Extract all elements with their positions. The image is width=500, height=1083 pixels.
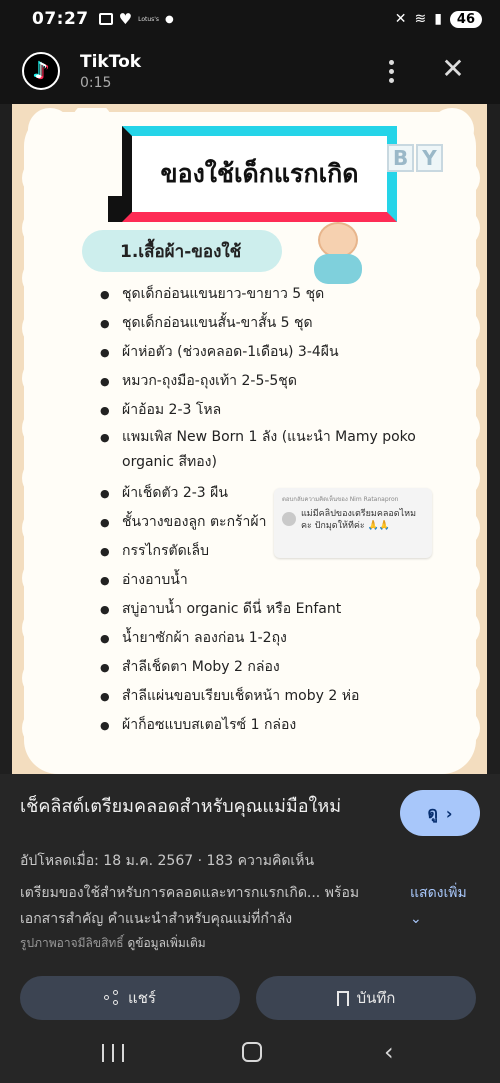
share-button[interactable]: แชร์	[20, 976, 240, 1020]
result-title: เช็คลิสต์เตรียมคลอดสำหรับคุณแม่มือใหม่	[20, 796, 342, 817]
tiktok-logo-icon: ♪	[22, 52, 60, 90]
comment-body: แม่มีคลิปของเตรียมคลอดไหมคะ ปักมุดให้ทีค…	[301, 509, 417, 531]
upload-meta: อัปโหลดเมื่อ: 18 ม.ค. 2567 · 183 ความคิด…	[20, 853, 315, 869]
mute-icon: ✕	[394, 11, 407, 27]
list-item: ผ้าอ้อม 2-3 โหล	[100, 396, 440, 425]
screenshot-icon	[98, 13, 113, 25]
heart-icon: ♥	[118, 9, 133, 28]
list-item: สำลีเช็ดตา Moby 2 กล่อง	[100, 653, 440, 682]
chevron-down-icon: ⌄	[410, 911, 422, 927]
wifi-icon: ≋	[414, 11, 427, 27]
battery-indicator: 46	[449, 10, 482, 28]
image-title: ของใช้เด็กแรกเกิด	[160, 159, 359, 188]
list-item: ผ้าห่อตัว (ช่วงคลอด-1เดือน) 3-4ผืน	[100, 338, 440, 367]
list-item: ผ้าก็อซแบบสเตอไรซ์ 1 กล่อง	[100, 711, 440, 740]
description: เตรียมของใช้สำหรับการคลอดและทารกแรกเกิด.…	[20, 885, 360, 927]
baby-blocks-icon: BY	[387, 144, 445, 172]
video-duration: 0:15	[80, 74, 112, 91]
close-button[interactable]: ✕	[438, 54, 468, 84]
notification-dot-icon: ●	[165, 13, 174, 25]
carrier-label: Lotus's	[138, 15, 160, 23]
app-title: TikTok	[80, 51, 142, 72]
preview-image[interactable]: ของใช้เด็กแรกเกิด BY 1.เสื้อผ้า-ของใช้ ช…	[12, 104, 487, 774]
chevron-right-icon: ›	[445, 803, 453, 823]
signal-icon: ▮	[434, 11, 442, 27]
details-link[interactable]: ดูข้อมูลเพิ่มเติม	[127, 936, 205, 950]
home-button[interactable]	[242, 1042, 262, 1062]
image-title-box: ของใช้เด็กแรกเกิด	[122, 126, 397, 222]
show-more-link[interactable]: แสดงเพิ่ม ⌄	[410, 880, 480, 932]
list-item: ชุดเด็กอ่อนแขนสั้น-ขาสั้น 5 ชุด	[100, 309, 440, 338]
more-options-button[interactable]	[376, 56, 406, 86]
bookmark-icon	[336, 990, 349, 1006]
back-button[interactable]: ‹	[384, 1040, 394, 1064]
viewer-header: ♪ TikTok 0:15 ✕	[0, 38, 500, 104]
section-heading: 1.เสื้อผ้า-ของใช้	[82, 230, 282, 272]
copyright-notice: รูปภาพอาจมีลิขสิทธิ์ ดูข้อมูลเพิ่มเติม	[20, 936, 206, 950]
list-item: สำลีแผ่นขอบเรียบเช็ดหน้า moby 2 ห่อ	[100, 682, 440, 711]
avatar	[282, 512, 296, 526]
share-icon	[104, 990, 120, 1006]
list-item: อ่างอาบน้ำ	[100, 566, 440, 595]
status-bar: 07:27 ♥ Lotus's ● ✕ ≋ ▮ 46	[0, 0, 500, 38]
list-item: น้ำยาซักผ้า ลองก่อน 1-2ถุง	[100, 624, 440, 653]
view-button[interactable]: ดู ›	[400, 790, 480, 836]
recent-apps-button[interactable]	[102, 1044, 124, 1062]
system-nav-bar: ‹	[0, 1030, 500, 1083]
save-button[interactable]: บันทึก	[256, 976, 476, 1020]
comment-card: ตอบกลับความคิดเห็นของ Nim Ratanapron แม่…	[274, 488, 432, 558]
list-item: สบู่อาบน้ำ organic ดีนี่ หรือ Enfant	[100, 595, 440, 624]
list-item: หมวก-ถุงมือ-ถุงเท้า 2-5-5ชุด	[100, 367, 440, 396]
comment-header: ตอบกลับความคิดเห็นของ Nim Ratanapron	[282, 496, 399, 503]
list-item: ชุดเด็กอ่อนแขนยาว-ขายาว 5 ชุด	[100, 280, 440, 309]
list-item: แพมเพิส New Born 1 ลัง (แนะนำ Mamy poko …	[100, 425, 440, 479]
baby-illustration-icon	[310, 222, 366, 288]
status-time: 07:27	[32, 9, 89, 29]
